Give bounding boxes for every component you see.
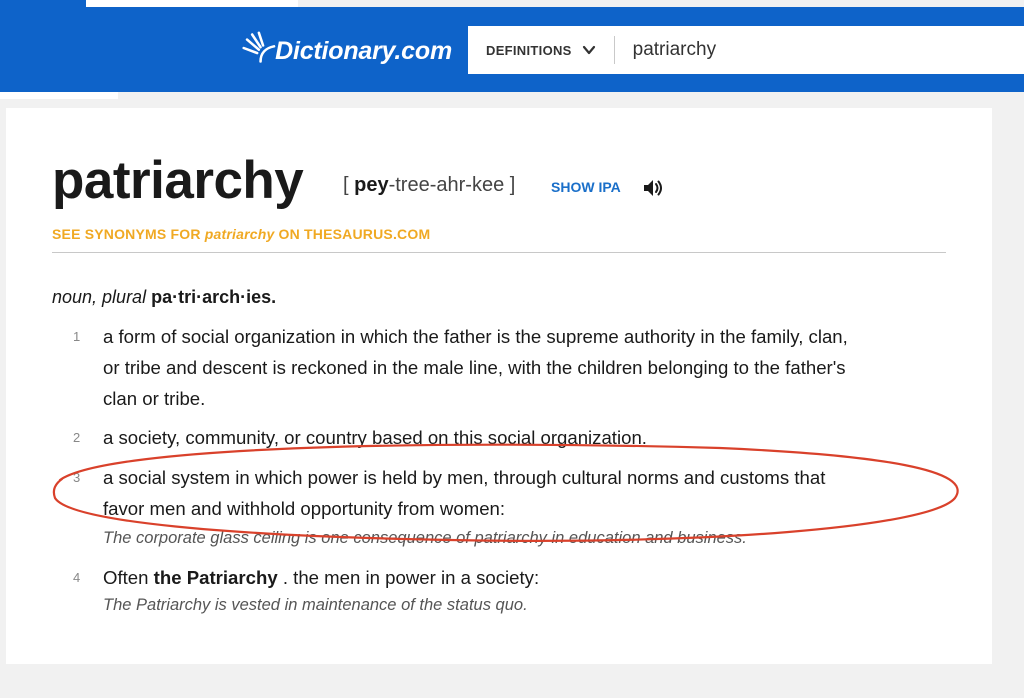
synonyms-suffix: ON THESAURUS.COM (274, 226, 431, 242)
site-header: Dictionary.com DEFINITIONS (0, 0, 1024, 92)
speaker-icon[interactable] (642, 177, 664, 199)
sense-prefix: Often (103, 567, 154, 588)
pron-stress: pey (354, 174, 389, 196)
plural-form: pa·tri·arch·ies. (151, 287, 277, 307)
sense-line: a society, community, or country based o… (103, 427, 647, 448)
sense-2: a society, community, or country based o… (103, 422, 943, 453)
sense-1: a form of social organization in which t… (103, 321, 943, 414)
sense-line: a form of social organization in which t… (103, 326, 848, 347)
sense-line: favor men and withhold opportunity from … (103, 498, 506, 519)
sense-3: a social system in which power is held b… (103, 462, 943, 524)
sense-line: clan or tribe. (103, 388, 206, 409)
pron-rest: -tree-ahr-kee ] (388, 174, 516, 196)
sense-line: or tribe and descent is reckoned in the … (103, 357, 846, 378)
sense-number: 3 (73, 470, 81, 485)
sense-suffix: . the men in power in a society: (277, 567, 540, 588)
sense-line: a social system in which power is held b… (103, 467, 826, 488)
search-input[interactable] (614, 26, 1024, 74)
sense-4: Often the Patriarchy . the men in power … (103, 562, 943, 593)
dropdown-label: DEFINITIONS (486, 42, 572, 58)
pronunciation: [ pey-tree-ahr-kee ] (343, 174, 515, 197)
thesaurus-link[interactable]: SEE SYNONYMS FOR patriarchy ON THESAURUS… (52, 226, 430, 242)
sense-bold-term: the Patriarchy (153, 567, 278, 588)
top-strip (298, 0, 1024, 7)
sense-number: 2 (73, 430, 81, 445)
example-sentence: The corporate glass ceiling is one conse… (103, 529, 747, 547)
top-tab (86, 0, 298, 7)
nav-underline (0, 92, 118, 99)
section-divider (52, 252, 946, 253)
sunburst-logo-icon (242, 31, 276, 63)
sense-number: 1 (73, 329, 81, 344)
headword: patriarchy (52, 151, 304, 210)
show-ipa-link[interactable]: SHOW IPA (551, 179, 621, 195)
synonyms-word: patriarchy (204, 226, 275, 242)
search-bar: DEFINITIONS (468, 26, 1024, 74)
entry-card: patriarchy [ pey-tree-ahr-kee ] SHOW IPA… (6, 108, 992, 664)
pron-open: [ (343, 174, 355, 196)
example-sentence: The Patriarchy is vested in maintenance … (103, 596, 528, 614)
sense-number: 4 (73, 570, 81, 585)
pos-label: noun, plural (52, 287, 147, 307)
definitions-dropdown[interactable]: DEFINITIONS (468, 26, 614, 74)
logo-text: Dictionary.com (275, 36, 452, 65)
dictionary-logo[interactable]: Dictionary.com (242, 24, 452, 72)
part-of-speech: noun, plural pa·tri·arch·ies. (52, 287, 276, 308)
synonyms-prefix: SEE SYNONYMS FOR (52, 226, 205, 242)
chevron-down-icon (582, 45, 595, 55)
